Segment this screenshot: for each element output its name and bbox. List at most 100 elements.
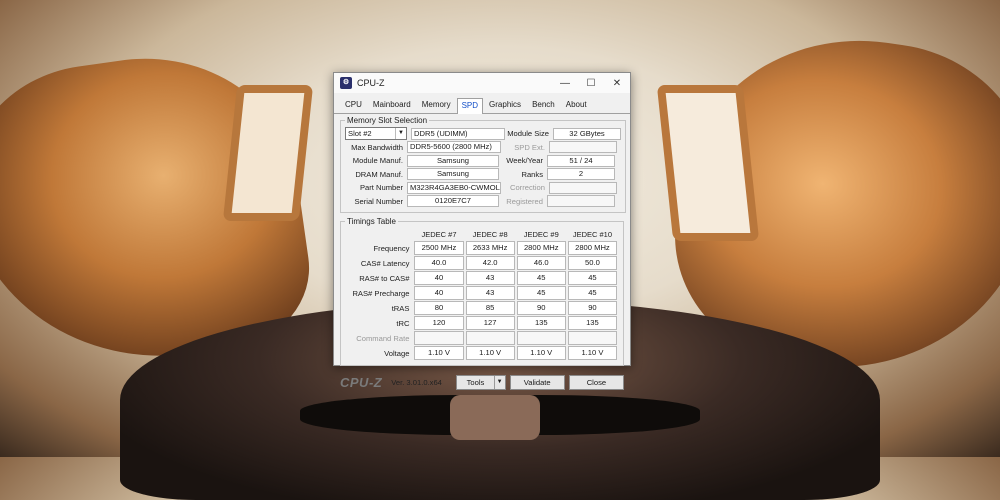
table-cell: 2800 MHz bbox=[567, 241, 617, 255]
max-bandwidth-label: Max Bandwidth bbox=[351, 142, 403, 152]
table-cell: 40 bbox=[414, 271, 464, 285]
table-cell bbox=[414, 331, 464, 345]
row-label: tRC bbox=[396, 318, 410, 328]
week-year-label: Week/Year bbox=[506, 156, 543, 165]
part-number-value: M323R4GA3EB0-CWMOL bbox=[407, 181, 501, 194]
tab-about[interactable]: About bbox=[561, 97, 592, 113]
cpuz-app-icon: ⚙ bbox=[340, 77, 352, 89]
module-manuf-row: Module Manuf. Samsung Week/Year 51 / 24 bbox=[345, 154, 621, 167]
row-label: RAS# to CAS# bbox=[359, 273, 410, 283]
dram-manuf-label: DRAM Manuf. bbox=[355, 169, 403, 179]
serial-number-row: Serial Number 0120E7C7 Registered bbox=[345, 195, 621, 208]
column-header: JEDEC #7 bbox=[421, 230, 457, 239]
serial-number-label: Serial Number bbox=[354, 196, 403, 206]
version-text: Ver. 3.01.0.x64 bbox=[391, 377, 442, 387]
part-number-row: Part Number M323R4GA3EB0-CWMOL Correctio… bbox=[345, 181, 621, 194]
tools-button[interactable]: Tools ▼ bbox=[456, 374, 506, 390]
tab-bar: CPU Mainboard Memory SPD Graphics Bench … bbox=[334, 93, 630, 114]
spd-ext-value bbox=[549, 141, 617, 153]
maximize-button[interactable]: ☐ bbox=[578, 78, 604, 89]
correction-label: Correction bbox=[509, 183, 545, 192]
timings-header-row: JEDEC #7 JEDEC #8 JEDEC #9 JEDEC #10 bbox=[347, 229, 617, 240]
tab-memory[interactable]: Memory bbox=[417, 97, 456, 113]
slot-select[interactable]: Slot #2 ▼ bbox=[345, 127, 407, 140]
table-row: Voltage 1.10 V 1.10 V 1.10 V 1.10 V bbox=[347, 346, 617, 360]
table-cell: 1.10 V bbox=[516, 346, 566, 360]
registered-value bbox=[547, 195, 615, 207]
module-size-value: 32 GBytes bbox=[553, 127, 621, 140]
table-cell: 40.0 bbox=[414, 256, 464, 270]
row-label: Frequency bbox=[373, 243, 410, 253]
table-cell: 2633 MHz bbox=[465, 241, 515, 255]
chevron-down-icon: ▼ bbox=[395, 128, 406, 139]
table-row: RAS# to CAS# 40 43 45 45 bbox=[347, 271, 617, 285]
slot-row: Slot #2 ▼ DDR5 (UDIMM) Module Size 32 GB… bbox=[345, 127, 621, 140]
table-cell: 1.10 V bbox=[414, 346, 464, 360]
table-cell bbox=[567, 331, 617, 345]
minimize-button[interactable]: — bbox=[552, 78, 578, 89]
table-cell: 45 bbox=[516, 271, 566, 285]
table-cell: 90 bbox=[567, 301, 617, 315]
cpuz-logo: CPU-Z bbox=[340, 374, 383, 390]
table-cell: 127 bbox=[465, 316, 515, 330]
table-row: RAS# Precharge 40 43 45 45 bbox=[347, 286, 617, 300]
module-manuf-value: Samsung bbox=[407, 154, 499, 167]
table-cell: 2500 MHz bbox=[414, 241, 464, 255]
column-header: JEDEC #10 bbox=[572, 230, 613, 239]
cpuz-window: ⚙ CPU-Z — ☐ ✕ CPU Mainboard Memory SPD G… bbox=[333, 72, 631, 390]
table-cell: 42.0 bbox=[465, 256, 515, 270]
part-number-label: Part Number bbox=[359, 183, 403, 192]
title-bar[interactable]: ⚙ CPU-Z — ☐ ✕ bbox=[334, 73, 630, 93]
table-cell: 90 bbox=[516, 301, 566, 315]
dram-manuf-row: DRAM Manuf. Samsung Ranks 2 bbox=[345, 168, 621, 181]
week-year-value: 51 / 24 bbox=[547, 154, 615, 167]
validate-button[interactable]: Validate bbox=[509, 374, 565, 390]
timings-corner bbox=[347, 229, 412, 240]
tab-bench[interactable]: Bench bbox=[527, 97, 560, 113]
serial-number-value: 0120E7C7 bbox=[407, 195, 499, 207]
footer-bar: CPU-Z Ver. 3.01.0.x64 Tools ▼ Validate C… bbox=[334, 372, 630, 392]
column-header: JEDEC #8 bbox=[472, 230, 508, 239]
table-cell bbox=[465, 331, 515, 345]
row-label: Voltage bbox=[384, 348, 410, 358]
close-button[interactable]: Close bbox=[568, 374, 624, 390]
memory-slot-selection: Memory Slot Selection Slot #2 ▼ DDR5 (UD… bbox=[340, 116, 626, 213]
table-cell: 43 bbox=[465, 286, 515, 300]
registered-label: Registered bbox=[506, 196, 543, 206]
table-cell: 40 bbox=[414, 286, 464, 300]
table-cell: 43 bbox=[465, 271, 515, 285]
module-size-label: Module Size bbox=[507, 129, 549, 138]
row-label: RAS# Precharge bbox=[352, 288, 410, 298]
table-cell: 2800 MHz bbox=[516, 241, 566, 255]
row-label: tRAS bbox=[391, 303, 410, 313]
memory-slot-legend: Memory Slot Selection bbox=[347, 116, 428, 125]
table-cell: 46.0 bbox=[516, 256, 566, 270]
table-cell: 135 bbox=[567, 316, 617, 330]
ranks-label: Ranks bbox=[521, 169, 543, 179]
timings-grid: JEDEC #7 JEDEC #8 JEDEC #9 JEDEC #10 Fre… bbox=[345, 228, 619, 361]
chevron-down-icon[interactable]: ▼ bbox=[493, 375, 505, 389]
row-label: Command Rate bbox=[356, 333, 410, 343]
table-cell: 120 bbox=[414, 316, 464, 330]
spd-ext-label: SPD Ext. bbox=[514, 142, 545, 152]
slot-select-value: Slot #2 bbox=[348, 129, 372, 138]
bandwidth-row: Max Bandwidth DDR5-5600 (2800 MHz) SPD E… bbox=[345, 141, 621, 154]
ranks-value: 2 bbox=[547, 168, 615, 180]
tab-mainboard[interactable]: Mainboard bbox=[368, 97, 416, 113]
table-cell: 1.10 V bbox=[465, 346, 515, 360]
close-window-button[interactable]: ✕ bbox=[604, 78, 630, 89]
wallpaper-car-vent bbox=[450, 395, 540, 440]
correction-value bbox=[549, 181, 617, 194]
column-header: JEDEC #9 bbox=[523, 230, 559, 239]
table-row: tRAS 80 85 90 90 bbox=[347, 301, 617, 315]
tools-label: Tools bbox=[466, 377, 485, 387]
row-label: CAS# Latency bbox=[360, 258, 410, 268]
module-manuf-label: Module Manuf. bbox=[352, 156, 403, 165]
tab-spd[interactable]: SPD bbox=[456, 98, 484, 114]
max-bandwidth-value: DDR5-5600 (2800 MHz) bbox=[407, 141, 501, 153]
table-row: Command Rate bbox=[347, 331, 617, 345]
timings-legend: Timings Table bbox=[347, 217, 396, 226]
tab-graphics[interactable]: Graphics bbox=[484, 97, 526, 113]
tab-cpu[interactable]: CPU bbox=[340, 97, 367, 113]
table-cell: 45 bbox=[567, 286, 617, 300]
